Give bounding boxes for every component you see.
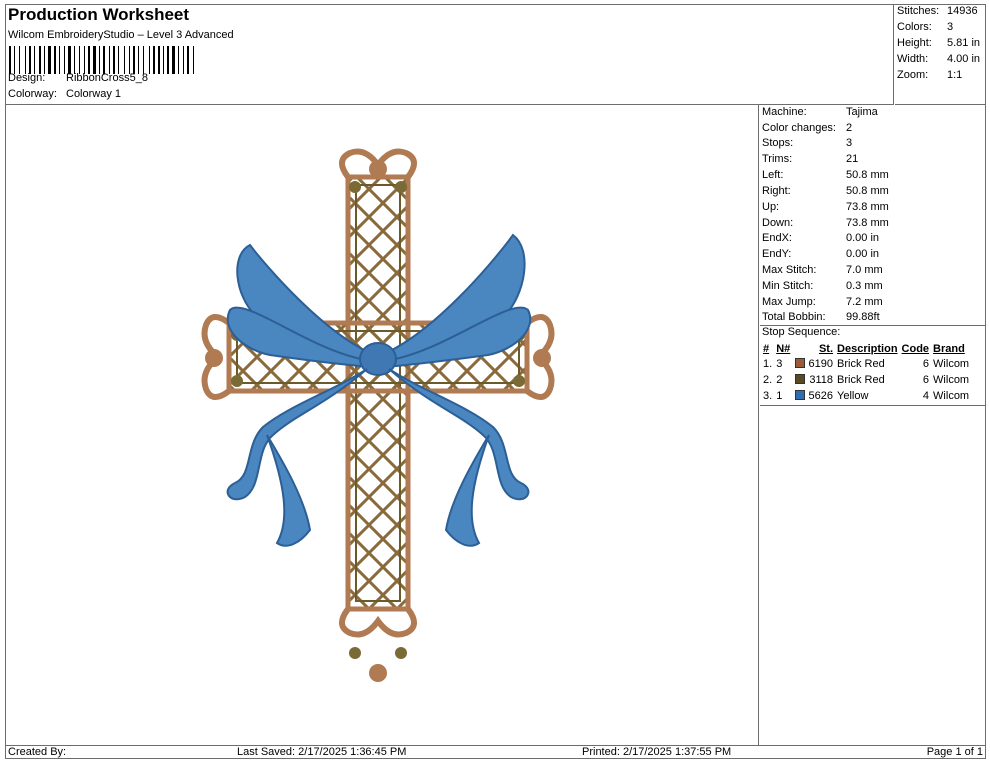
stop-sequence-table: # N# St. Description Code Brand 1. 3 619… — [761, 341, 971, 404]
last-saved: Last Saved: 2/17/2025 1:36:45 PM — [237, 746, 407, 758]
color-swatch — [794, 374, 805, 384]
info-row: Trims: 21 — [762, 153, 859, 165]
cross-body — [201, 148, 555, 682]
created-by: Created By: — [8, 746, 67, 758]
info-row: Max Jump: 7.2 mm — [762, 296, 883, 308]
summary-row: Height: 5.81 in — [897, 37, 981, 49]
summary-panel: Stitches: 14936 Colors: 3 Height: 5.81 in W… — [895, 4, 986, 105]
colorway-value: Colorway 1 — [66, 88, 122, 100]
table-row: 2. 2 3118 Brick Red 6 Wilcom — [763, 374, 970, 386]
col-header: N# — [776, 342, 791, 355]
barcode-icon — [9, 46, 194, 74]
design-preview — [5, 105, 759, 745]
embroidery-ribbon-cross-icon — [201, 148, 555, 682]
col-header: Code — [901, 342, 930, 355]
printed-date: Printed: 2/17/2025 1:37:55 PM — [582, 746, 732, 758]
table-row: 1. 3 6190 Brick Red 6 Wilcom — [763, 358, 970, 370]
col-header: St. — [818, 342, 834, 355]
design-row: Design: RibbonCross5_8 — [8, 72, 148, 84]
info-row: Up: 73.8 mm — [762, 201, 889, 213]
info-row: Max Stitch: 7.0 mm — [762, 264, 883, 276]
summary-row: Zoom: 1:1 — [897, 69, 963, 81]
info-row: Total Bobbin: 99.88ft — [762, 311, 880, 323]
colorway-row: Colorway: Colorway 1 — [8, 88, 121, 100]
design-label: Design: — [8, 72, 46, 84]
summary-row: Stitches: 14936 — [897, 5, 978, 17]
col-header: Description — [837, 342, 898, 355]
col-header: # — [763, 342, 770, 355]
info-row: Right: 50.8 mm — [762, 185, 889, 197]
summary-row: Width: 4.00 in — [897, 53, 981, 65]
divider — [760, 405, 986, 406]
info-row: Machine: Tajima — [762, 106, 878, 118]
stop-sequence-title: Stop Sequence: — [762, 326, 841, 338]
colorway-label: Colorway: — [8, 88, 57, 100]
page-title: Production Worksheet — [8, 5, 190, 24]
design-value: RibbonCross5_8 — [66, 72, 148, 84]
info-row: Down: 73.8 mm — [762, 217, 889, 229]
worksheet-header: Production Worksheet Wilcom EmbroiderySt… — [5, 4, 894, 105]
info-row: Min Stitch: 0.3 mm — [762, 280, 883, 292]
software-name: Wilcom EmbroideryStudio – Level 3 Advanc… — [8, 29, 234, 41]
info-row: EndY: 0.00 in — [762, 248, 880, 260]
table-header-row: # N# St. Description Code Brand — [761, 341, 971, 356]
info-row: Left: 50.8 mm — [762, 169, 889, 181]
table-row: 3. 1 5626 Yellow 4 Wilcom — [763, 390, 970, 402]
col-header: Brand — [933, 342, 965, 355]
worksheet-footer: Created By: Last Saved: 2/17/2025 1:36:4… — [5, 745, 986, 759]
page-number: Page 1 of 1 — [926, 746, 983, 758]
color-swatch — [794, 390, 805, 400]
info-row: EndX: 0.00 in — [762, 232, 880, 244]
summary-row: Colors: 3 — [897, 21, 954, 33]
info-row: Stops: 3 — [762, 137, 853, 149]
color-swatch — [794, 358, 805, 368]
info-row: Color changes: 2 — [762, 122, 853, 134]
